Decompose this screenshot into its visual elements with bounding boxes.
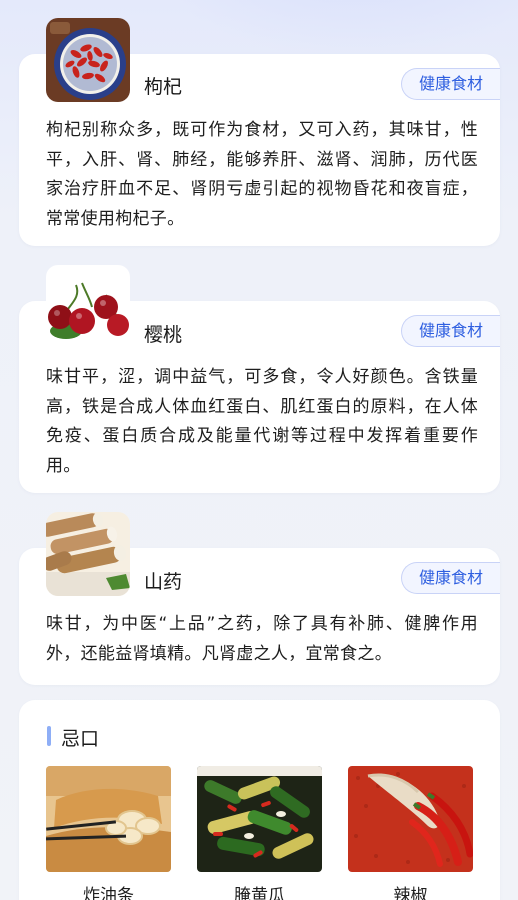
avoid-item-youtiao[interactable]: 炸油条: [46, 766, 171, 900]
goji-berries-image: [46, 18, 130, 102]
fried-dough-stick-image: [46, 766, 171, 872]
avoid-item-pickled-cucumber[interactable]: 腌黄瓜: [197, 766, 322, 900]
avoid-foods-card: 忌口 炸油条 腌黄瓜 辣椒: [19, 700, 500, 900]
cherries-image: [46, 265, 130, 349]
chinese-yam-image: [46, 512, 130, 596]
avoid-item-label: 辣椒: [393, 886, 428, 900]
avoid-item-label: 炸油条: [83, 886, 134, 900]
avoid-item-chili[interactable]: 辣椒: [348, 766, 473, 900]
section-accent-bar: [47, 726, 51, 746]
chili-pepper-image: [348, 766, 473, 872]
food-description: 味甘平，涩，调中益气，可多食，令人好颜色。含铁量高，铁是合成人体血红蛋白、肌红蛋…: [46, 367, 478, 476]
avoid-title-text: 忌口: [61, 728, 100, 750]
food-name: 樱桃: [144, 324, 183, 346]
healthy-food-tag[interactable]: 健康食材: [401, 68, 500, 100]
pickled-cucumber-image: [197, 766, 322, 872]
healthy-food-tag[interactable]: 健康食材: [401, 315, 500, 347]
avoid-item-label: 腌黄瓜: [234, 886, 285, 900]
food-description: 枸杞别称众多，既可作为食材，又可入药，其味甘，性平，入肝、肾、肺经，能够养肝、滋…: [46, 120, 478, 229]
healthy-food-tag[interactable]: 健康食材: [401, 562, 500, 594]
page: 健康食材 枸杞别称众多，既可作为食材，又可入药，其味甘，性平，入肝、肾、肺经，能…: [0, 0, 518, 900]
food-name: 山药: [144, 571, 183, 593]
food-name: 枸杞: [144, 76, 183, 98]
food-description: 味甘，为中医“上品”之药，除了具有补肺、健脾作用外，还能益肾填精。凡肾虚之人，宜…: [46, 614, 478, 664]
